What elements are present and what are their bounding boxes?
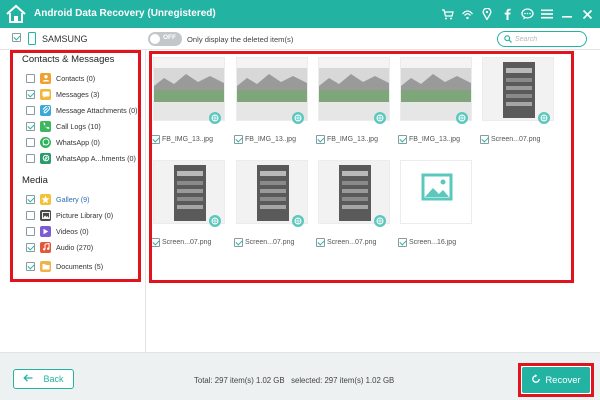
back-button[interactable]: Back [13,369,74,389]
minimize-icon[interactable] [560,7,574,21]
window-toolbar [440,5,594,23]
key-icon[interactable] [460,7,474,21]
toggle-state: OFF [163,34,176,41]
search-icon [504,35,512,43]
app-title: Android Data Recovery (Unregistered) [34,8,216,19]
search-box[interactable] [497,31,587,47]
recover-label: Recover [545,374,581,386]
back-label: Back [43,374,64,384]
search-input[interactable] [515,34,583,44]
sidebar-highlight-frame [10,50,141,282]
facebook-icon[interactable] [500,7,514,21]
title-bar: Android Data Recovery (Unregistered) [0,0,600,28]
total-text: Total: 297 item(s) 1.02 GB [194,376,285,385]
gallery-highlight-frame [149,51,574,283]
home-icon[interactable] [4,3,28,25]
deleted-only-toggle[interactable]: OFF [148,32,182,46]
recover-button[interactable]: Recover [522,367,590,393]
phone-icon [28,32,36,45]
selection-summary: Total: 297 item(s) 1.02 GB selected: 297… [194,376,394,385]
arrow-left-icon [23,374,33,384]
device-checkbox[interactable] [12,33,21,42]
recover-icon [531,373,541,387]
deleted-only-label: Only display the deleted item(s) [187,35,294,44]
selected-text: selected: 297 item(s) 1.02 GB [291,376,395,385]
chat-icon[interactable] [520,7,534,21]
close-icon[interactable] [580,7,594,21]
device-name: SAMSUNG [42,34,88,44]
cart-icon[interactable] [440,7,454,21]
pin-icon[interactable] [480,7,494,21]
menu-icon[interactable] [540,7,554,21]
device-row: SAMSUNG [0,28,146,50]
toggle-knob [150,34,160,44]
